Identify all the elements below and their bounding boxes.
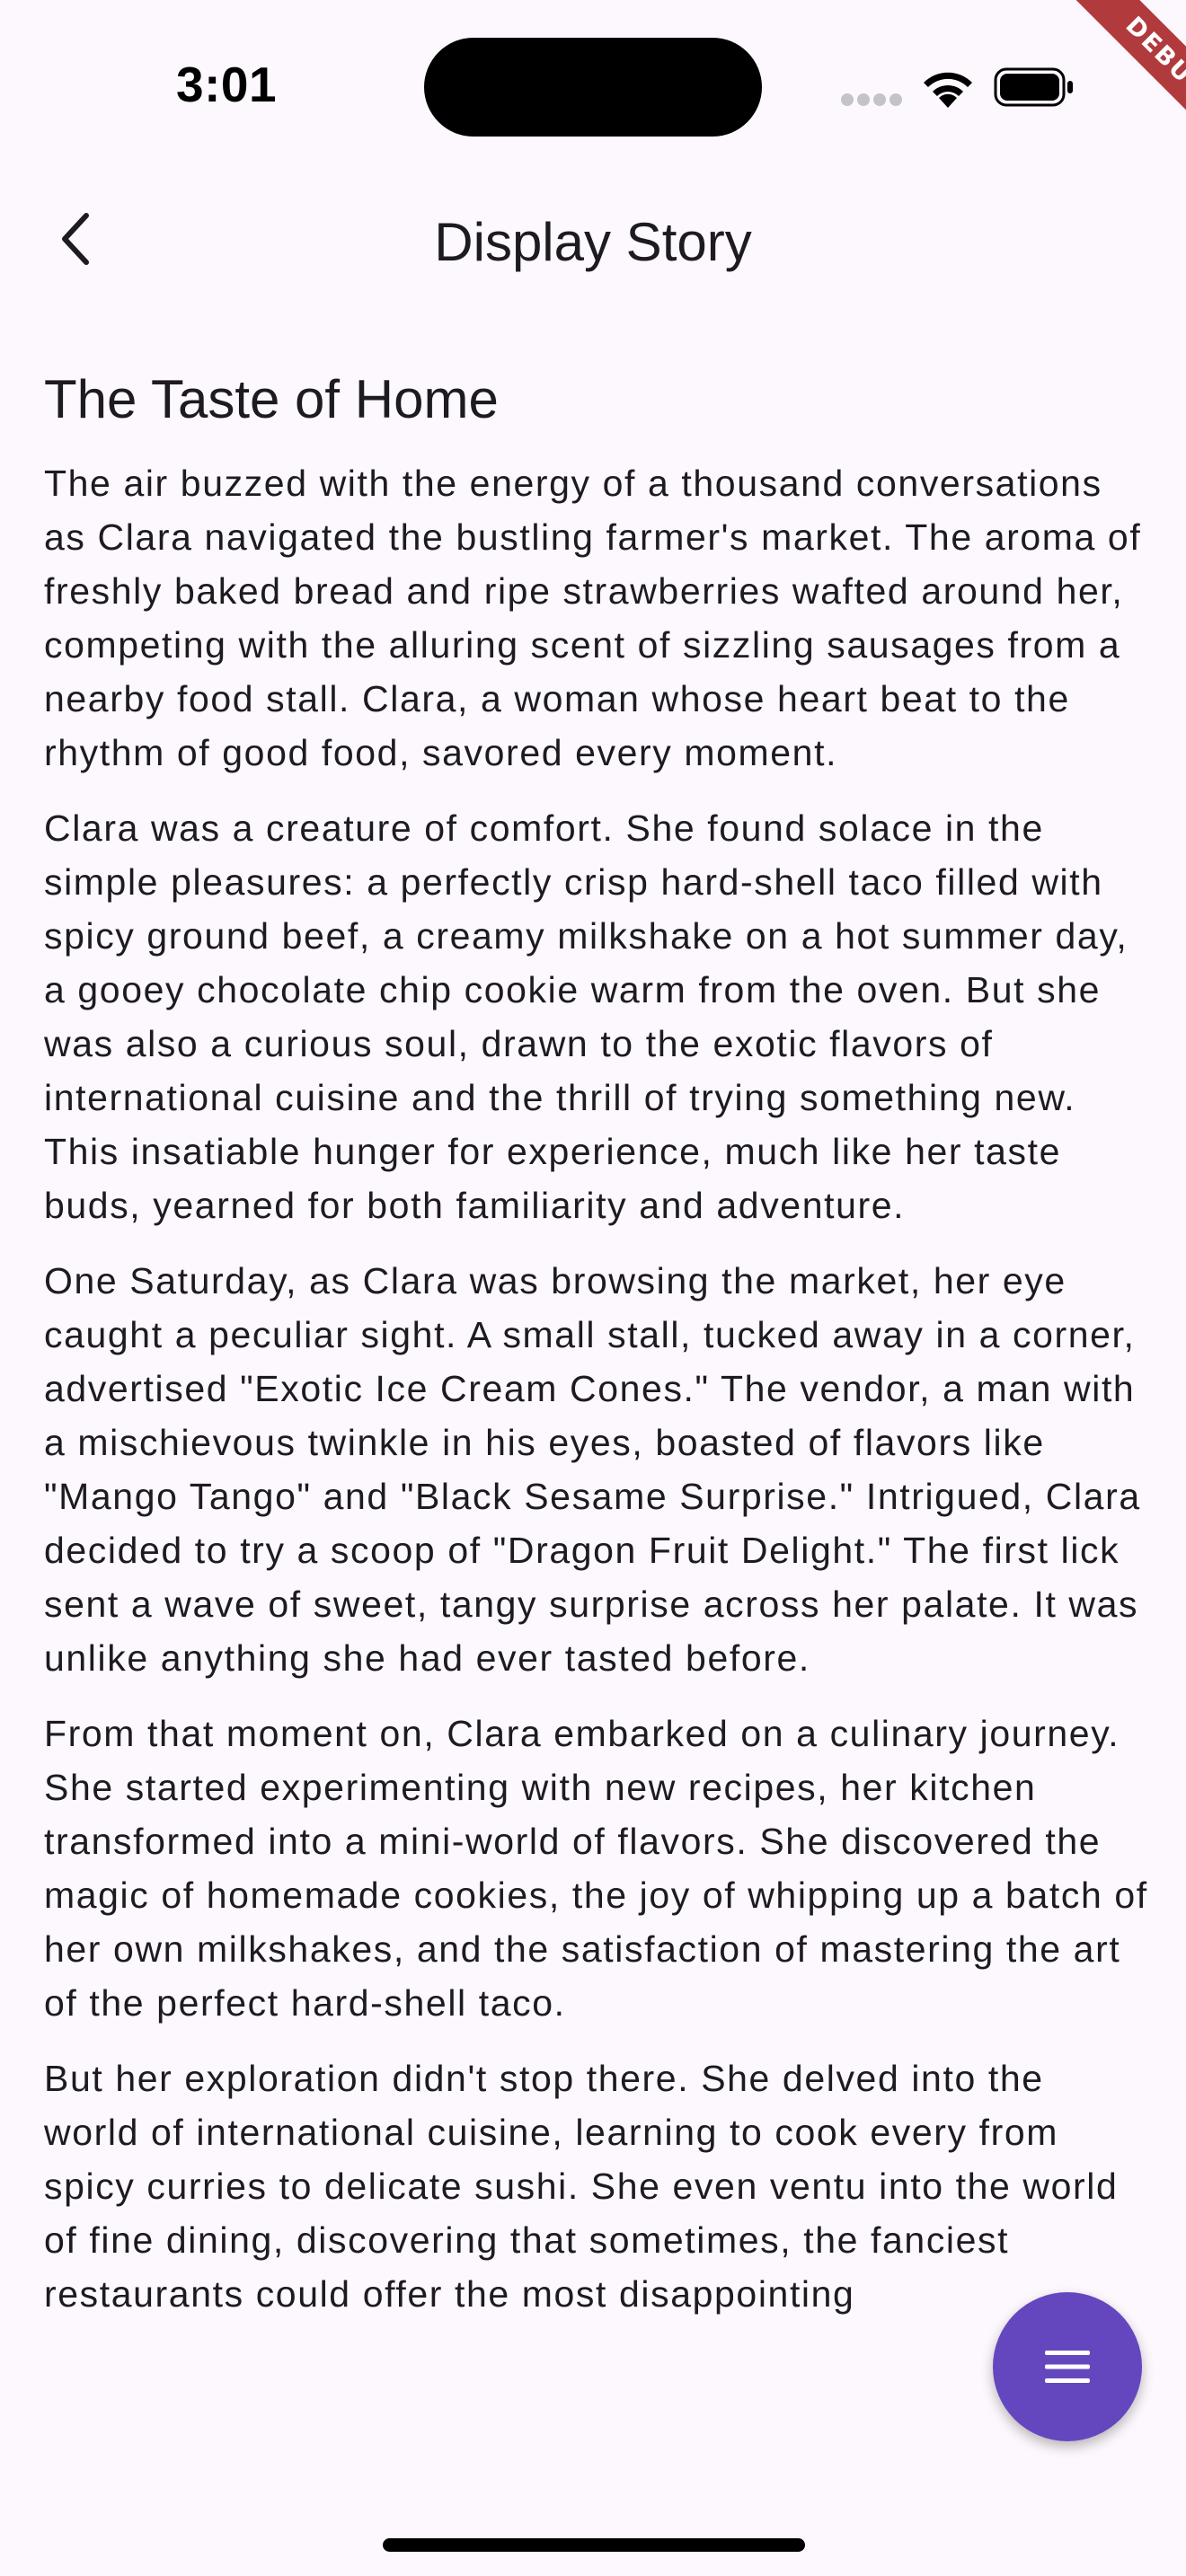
story-paragraph: But her exploration didn't stop there. S…: [44, 2058, 1119, 2315]
page-title: Display Story: [434, 212, 752, 272]
story-paragraph: The air buzzed with the energy of a thou…: [44, 463, 1142, 773]
signal-dots-icon: [841, 93, 902, 106]
debug-banner-label: DEBUG: [1055, 0, 1186, 170]
wifi-icon: [924, 72, 972, 108]
story-paragraph: Clara was a creature of comfort. She fou…: [44, 807, 1128, 1226]
menu-fab-button[interactable]: [993, 2292, 1142, 2441]
dynamic-island: [424, 38, 762, 137]
status-time: 3:01: [176, 57, 278, 112]
menu-icon: [1045, 2351, 1090, 2383]
story-paragraph: One Saturday, as Clara was browsing the …: [44, 1260, 1141, 1679]
story-content[interactable]: The Taste of Home The air buzzed with th…: [44, 359, 1149, 2524]
home-indicator[interactable]: [383, 2538, 805, 2552]
story-title: The Taste of Home: [44, 369, 499, 429]
battery-icon: [994, 67, 1073, 107]
story-paragraph: From that moment on, Clara embarked on a…: [44, 1713, 1148, 2024]
